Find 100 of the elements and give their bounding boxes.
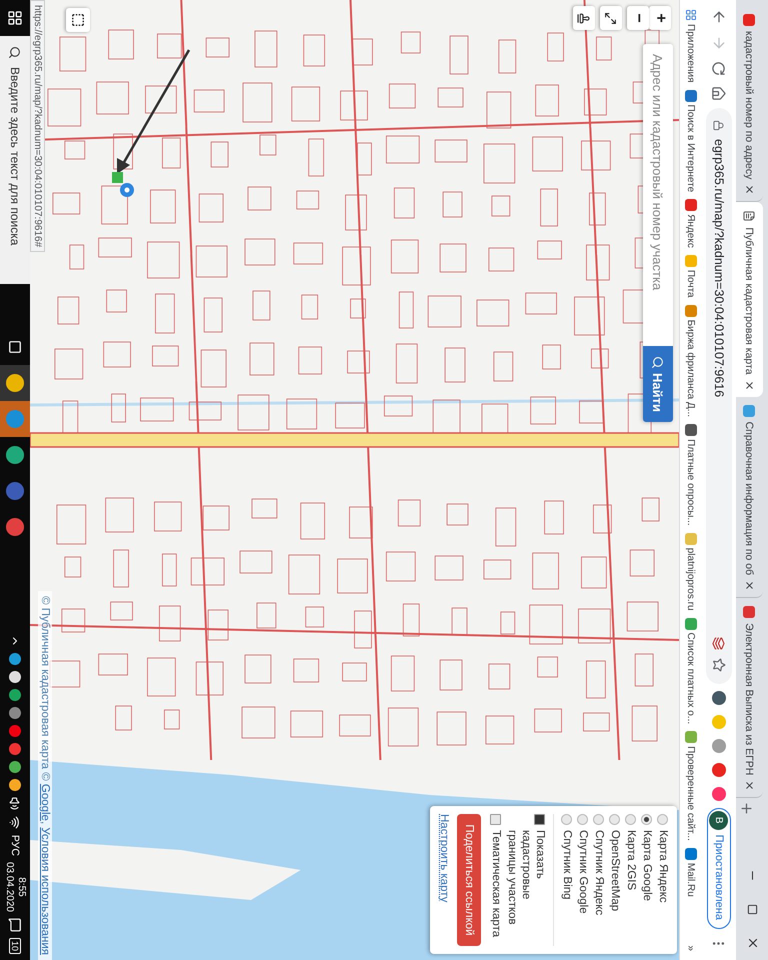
close-icon[interactable]: [744, 580, 755, 592]
option-label: Спутник Яндекс: [592, 830, 606, 916]
favicon-icon: [744, 14, 756, 26]
favicon-icon: [685, 618, 697, 630]
map-type-option[interactable]: Карта Яндекс: [656, 814, 670, 946]
clock[interactable]: 8:55 03.04.2020: [3, 862, 27, 912]
profile-button[interactable]: В Приостановлена: [707, 808, 731, 929]
bookmark-link[interactable]: Платные опросы...: [685, 421, 697, 529]
option-label: Спутник Google: [576, 830, 590, 914]
favicon-icon: [685, 848, 697, 860]
option-label: Тематическая карта: [489, 830, 503, 938]
zoom-in-button[interactable]: +: [649, 6, 671, 30]
bookmark-link[interactable]: Почта: [685, 252, 697, 301]
search-button[interactable]: Найти: [643, 346, 673, 422]
bookmark-link[interactable]: Поиск в Интернете: [685, 86, 697, 196]
option-label: OpenStreetMap: [608, 830, 622, 912]
map-type-option[interactable]: Спутник Bing: [560, 814, 574, 946]
profile-status: Приостановлена: [713, 834, 725, 920]
radio-button[interactable]: [561, 814, 572, 825]
radio-button[interactable]: [577, 814, 588, 825]
volume-icon[interactable]: [8, 796, 22, 810]
address-field[interactable]: egrp365.ru/map/?kadnum=30:04:010107:9616: [706, 108, 732, 684]
favicon-icon: [685, 199, 697, 212]
layer-option[interactable]: Показать кадастровые границы участков: [505, 814, 547, 946]
checkbox[interactable]: [490, 814, 501, 825]
select-area-button[interactable]: [66, 8, 90, 32]
bookmark-link[interactable]: Яндекс: [685, 196, 697, 251]
bookmark-link[interactable]: Биржа фриланса Д...: [685, 302, 697, 420]
extension-icon[interactable]: [712, 690, 726, 705]
browser-tab[interactable]: Публичная кадастровая карта: [736, 202, 763, 397]
map-type-option[interactable]: OpenStreetMap: [608, 814, 622, 946]
attribution-link[interactable]: Google: [39, 784, 51, 821]
favicon-icon: [685, 90, 697, 102]
favicon-icon: [685, 424, 697, 436]
taskbar-search-field[interactable]: Введите здесь текст для поиска: [0, 36, 30, 284]
map-pin-icon[interactable]: [120, 183, 134, 197]
map-type-option[interactable]: Карта Google: [640, 814, 654, 946]
parcel-marker[interactable]: [112, 172, 123, 183]
bookmark-link[interactable]: Проверенные сайт...: [685, 728, 697, 844]
map-type-option[interactable]: Спутник Яндекс: [592, 814, 606, 946]
radio-button[interactable]: [625, 814, 636, 825]
tray-icon[interactable]: [9, 688, 21, 701]
lock-icon: [714, 120, 724, 131]
stamp-icon: [578, 12, 590, 24]
favicon-icon: [685, 304, 697, 317]
notifications-icon[interactable]: [8, 918, 22, 932]
option-label: Карта Google: [640, 830, 654, 902]
favicon-icon: [685, 731, 697, 744]
settings-link[interactable]: Настроить карту: [438, 814, 450, 946]
url-text: egrp365.ru/map/?kadnum=30:04:010107:9616: [712, 139, 726, 398]
bookmark-link[interactable]: Приложения: [685, 6, 697, 86]
attribution-text: © Публичная кадастровая карта © Google, Условия использования: [38, 591, 52, 960]
tray-icon[interactable]: [9, 778, 21, 791]
language-indicator[interactable]: РУС: [9, 834, 21, 856]
fullscreen-button[interactable]: [600, 6, 622, 30]
notification-count: 10: [9, 938, 21, 954]
more-bookmarks-button[interactable]: »: [686, 942, 696, 954]
tab-title: Справочная информация по об: [744, 422, 756, 576]
share-button[interactable]: Поделиться ссылкой: [457, 814, 481, 946]
extension-icon[interactable]: [712, 762, 726, 777]
bookmark-link[interactable]: Список платных о...: [685, 614, 697, 728]
favicon-icon: [744, 404, 756, 417]
search-icon: [8, 46, 22, 59]
zoom-out-button[interactable]: −: [627, 6, 649, 30]
tray-icon[interactable]: [9, 652, 21, 665]
option-label: Показать кадастровые границы участков: [505, 830, 547, 927]
status-url: https://egrp365.ru/map/?kadnum=30:04:010107:9616#: [30, 0, 45, 252]
tray-icon[interactable]: [9, 670, 21, 683]
radio-button[interactable]: [641, 814, 652, 825]
extension-icon[interactable]: [712, 786, 726, 801]
fullscreen-icon: [604, 12, 618, 24]
selection-icon: [71, 13, 85, 27]
favicon-icon: [744, 606, 756, 618]
option-label: Спутник Bing: [560, 830, 574, 900]
apps-icon: [685, 9, 697, 21]
close-icon[interactable]: [744, 184, 755, 196]
close-icon[interactable]: [744, 780, 755, 792]
attribution-link[interactable]: Условия использования: [39, 827, 51, 955]
bookmark-link[interactable]: Mail.Ru: [685, 844, 697, 900]
network-icon[interactable]: [8, 816, 22, 829]
star-icon[interactable]: [712, 658, 726, 672]
checkbox[interactable]: [534, 814, 545, 825]
map-type-option[interactable]: Спутник Google: [576, 814, 590, 946]
layer-option[interactable]: Тематическая карта: [489, 814, 503, 946]
stamp-button[interactable]: [573, 6, 595, 30]
radio-button[interactable]: [593, 814, 604, 825]
avatar-initial: В: [710, 810, 728, 830]
tray-icon[interactable]: [9, 760, 21, 773]
document-icon: [744, 210, 756, 222]
browser-app-button[interactable]: [0, 364, 30, 401]
close-icon[interactable]: [744, 380, 755, 391]
tab-title: Публичная кадастровая карта: [744, 227, 756, 375]
radio-button[interactable]: [609, 814, 620, 825]
bookmark-link[interactable]: platnijopros.ru: [685, 530, 697, 614]
map-type-option[interactable]: Карта 2GIS: [624, 814, 638, 946]
favicon-icon: [685, 254, 697, 267]
option-label: Карта 2GIS: [624, 830, 638, 890]
radio-button[interactable]: [657, 814, 668, 825]
favicon-icon: [685, 532, 697, 545]
search-field[interactable]: Адрес или кадастровый номер участка: [643, 44, 673, 346]
